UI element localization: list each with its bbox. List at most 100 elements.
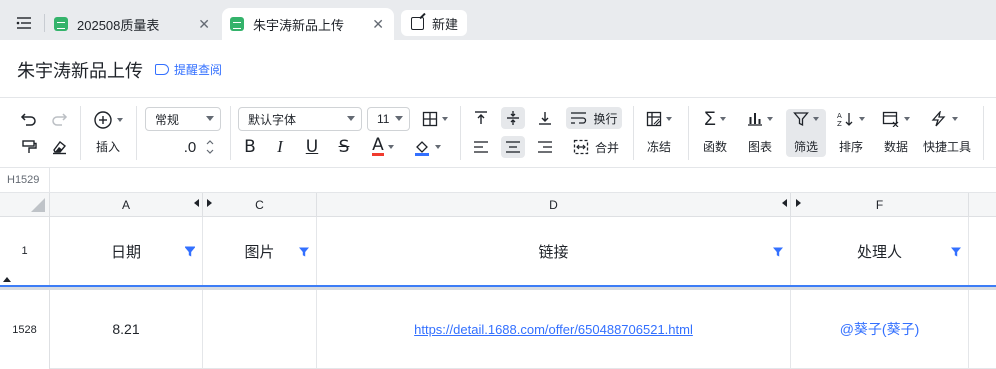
toolbar-divider <box>80 106 81 160</box>
undo-icon[interactable] <box>18 108 40 130</box>
chart-label[interactable]: 图表 <box>741 138 779 154</box>
document-title[interactable]: 朱宇涛新品上传 <box>17 57 143 83</box>
chart-dropdown[interactable] <box>741 108 779 130</box>
column-filter-icon[interactable] <box>184 246 196 258</box>
column-header-c[interactable]: C <box>203 193 317 217</box>
column-filter-icon[interactable] <box>772 246 784 258</box>
align-bottom-icon[interactable] <box>534 107 556 129</box>
filter-dropdown[interactable] <box>787 108 825 130</box>
border-icon <box>422 111 438 127</box>
tab-current-sheet[interactable]: 朱宇涛新品上传 ✕ <box>222 8 394 40</box>
caret-up-icon <box>3 277 11 282</box>
edit-icon <box>411 16 424 30</box>
select-all-corner[interactable] <box>0 193 50 217</box>
hidden-column-right-icon[interactable] <box>796 199 801 207</box>
data-label[interactable]: 数据 <box>877 138 915 154</box>
strikethrough-button[interactable]: S <box>334 136 354 158</box>
lightning-icon <box>931 111 946 127</box>
number-format-select[interactable]: 常规 <box>145 107 221 131</box>
header-cell-link[interactable]: 链接 <box>317 217 791 286</box>
underline-button[interactable]: U <box>302 136 322 158</box>
header-cell-date[interactable]: 日期 <box>50 217 203 286</box>
tab-label: 朱宇涛新品上传 <box>253 17 345 33</box>
align-right-icon[interactable] <box>534 136 556 158</box>
eraser-icon[interactable] <box>48 136 70 158</box>
close-icon[interactable]: ✕ <box>372 16 384 33</box>
align-middle-icon[interactable] <box>501 107 525 129</box>
hidden-column-left-icon[interactable] <box>782 199 787 207</box>
wrap-text-button[interactable]: 换行 <box>566 107 622 129</box>
merge-label: 合并 <box>594 140 619 155</box>
insert-dropdown[interactable] <box>88 108 128 132</box>
format-painter-icon[interactable] <box>18 136 40 158</box>
cell-name-box[interactable]: H1529 <box>0 168 50 193</box>
quick-tools-label[interactable]: 快捷工具 <box>920 138 974 154</box>
quick-tools-dropdown[interactable] <box>924 108 964 130</box>
number-format-value: 常规 <box>155 112 180 127</box>
insert-label[interactable]: 插入 <box>88 138 128 154</box>
italic-button[interactable]: I <box>270 136 290 158</box>
sort-dropdown[interactable]: AZ <box>832 108 870 130</box>
column-filter-icon[interactable] <box>950 246 962 258</box>
font-family-select[interactable]: 默认字体 <box>238 107 362 131</box>
function-dropdown[interactable]: Σ <box>696 108 734 130</box>
cell-image[interactable] <box>203 290 317 369</box>
font-color-dropdown[interactable]: A <box>366 136 400 158</box>
row-number: 1 <box>21 245 28 257</box>
column-header-d[interactable]: D <box>317 193 791 217</box>
row-header-1528[interactable]: 1528 <box>0 290 50 369</box>
paint-bucket-icon <box>415 141 429 156</box>
freeze-dropdown[interactable] <box>640 108 678 130</box>
toolbar-divider <box>633 106 634 160</box>
function-label[interactable]: 函数 <box>696 138 734 154</box>
product-link[interactable]: https://detail.1688.com/offer/6504887065… <box>414 322 693 337</box>
list-menu-icon[interactable] <box>10 10 38 36</box>
bold-button[interactable]: B <box>240 136 260 158</box>
new-tab-button[interactable]: 新建 <box>401 10 467 36</box>
tab-202508[interactable]: 202508质量表 ✕ <box>54 8 220 40</box>
close-icon[interactable]: ✕ <box>198 16 210 33</box>
align-center-icon[interactable] <box>501 136 525 158</box>
column-filter-icon[interactable] <box>298 246 310 258</box>
cell-date[interactable]: 8.21 <box>50 290 203 369</box>
tab-divider <box>44 14 45 32</box>
align-left-icon[interactable] <box>470 136 492 158</box>
filter-label[interactable]: 筛选 <box>787 138 825 154</box>
cell-next[interactable] <box>969 290 996 369</box>
reminder-button[interactable]: 提醒查阅 <box>155 61 222 78</box>
toolbar-divider <box>136 106 137 160</box>
toolbar: 插入 常规 .0 默认字体 11 B I U S A 换行 合并 冻结 Σ 函数… <box>0 97 996 167</box>
column-header-a[interactable]: A <box>50 193 203 217</box>
toolbar-divider <box>460 106 461 160</box>
align-top-icon[interactable] <box>470 107 492 129</box>
borders-dropdown[interactable] <box>418 107 452 131</box>
font-size-select[interactable]: 11 <box>367 107 410 131</box>
font-size-value: 11 <box>377 112 390 126</box>
column-header-f[interactable]: F <box>791 193 969 217</box>
tab-label: 202508质量表 <box>77 17 160 33</box>
row-header-1[interactable]: 1 <box>0 217 50 286</box>
header-cell-next[interactable] <box>969 217 996 286</box>
header-cell-handler[interactable]: 处理人 <box>791 217 969 286</box>
redo-icon[interactable] <box>48 108 70 130</box>
decimal-stepper[interactable] <box>204 136 216 158</box>
column-header-next[interactable] <box>969 193 996 217</box>
sheet-icon <box>230 17 244 31</box>
merge-cells-button[interactable]: 合并 <box>569 136 623 158</box>
bar-chart-icon <box>748 113 762 126</box>
hidden-column-right-icon[interactable] <box>207 199 212 207</box>
sort-label[interactable]: 排序 <box>832 138 870 154</box>
hidden-column-left-icon[interactable] <box>194 199 199 207</box>
wrap-icon <box>571 112 587 124</box>
cell-link[interactable]: https://detail.1688.com/offer/6504887065… <box>317 290 791 369</box>
fill-color-dropdown[interactable] <box>410 136 444 158</box>
sort-icon: AZ <box>837 112 853 127</box>
toolbar-divider <box>230 106 231 160</box>
cell-handler[interactable]: @葵子(葵子) <box>791 290 969 369</box>
data-dropdown[interactable] <box>877 108 915 130</box>
header-cell-image[interactable]: 图片 <box>203 217 317 286</box>
user-mention[interactable]: @葵子(葵子) <box>840 319 920 339</box>
freeze-label[interactable]: 冻结 <box>640 138 678 154</box>
decimal-places[interactable]: .0 <box>178 136 202 158</box>
chevron-down-icon <box>206 116 214 121</box>
